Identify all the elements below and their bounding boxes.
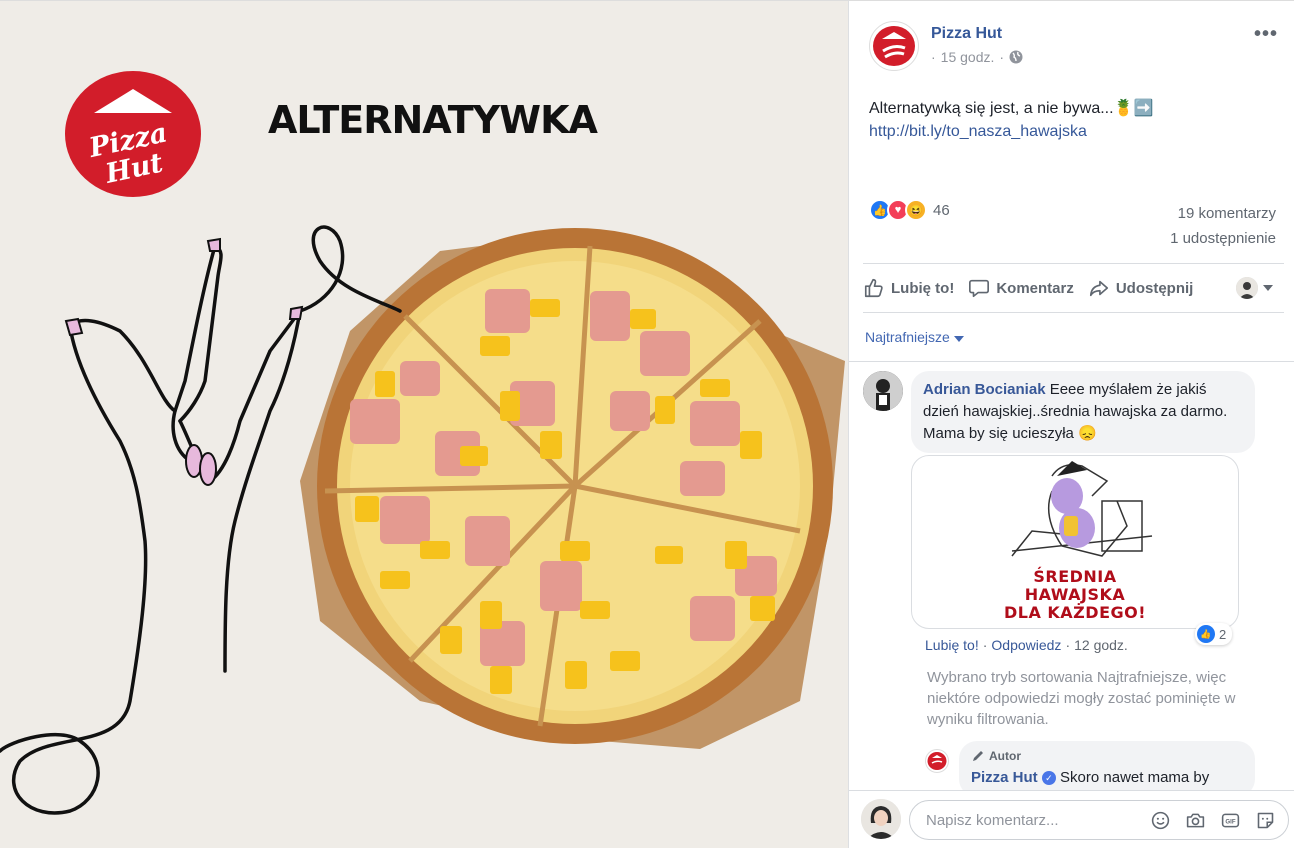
globe-icon: [1009, 50, 1023, 64]
caret-down-icon: [1263, 285, 1273, 291]
profile-selector[interactable]: [1236, 277, 1274, 299]
sort-label: Najtrafniejsze: [865, 329, 950, 345]
facebook-photo-viewer: Pizza Hut ALTERNATYWKA Pizza Hut · 15 go…: [0, 0, 1294, 848]
post-body: Alternatywką się jest, a nie bywa...🍍➡️: [869, 100, 1154, 117]
cartoon-image: [1011, 461, 1153, 557]
like-button-label: Lubię to!: [891, 279, 955, 297]
pizza-hut-logo-icon: [873, 26, 915, 66]
comment-reactions[interactable]: 👍 2: [1195, 623, 1233, 645]
user-avatar: [1236, 277, 1258, 299]
post-photo[interactable]: Pizza Hut ALTERNATYWKA: [0, 0, 848, 848]
like-button[interactable]: Lubię to!: [863, 277, 954, 299]
haha-reaction-icon: 😆: [905, 199, 927, 221]
meta-separator-2: ·: [999, 49, 1005, 65]
caret-down-icon: [953, 336, 964, 342]
reply-avatar[interactable]: [925, 749, 949, 773]
dot-separator: ·: [982, 637, 988, 653]
sort-dropdown[interactable]: Najtrafniejsze: [865, 329, 964, 345]
comment-author-link[interactable]: Adrian Bocianiak: [923, 381, 1046, 398]
comment-actions: Lubię to! · Odpowiedz · 12 godz.: [925, 637, 1128, 653]
comment-composer: GIF: [849, 790, 1294, 848]
page-name-link[interactable]: Pizza Hut: [931, 25, 1023, 43]
post-stats: 19 komentarzy 1 udostępnienie: [1170, 201, 1276, 251]
shares-count-link[interactable]: 1 udostępnienie: [1170, 226, 1276, 251]
pizza-hut-logo: Pizza Hut: [65, 71, 201, 197]
share-button-label: Udostępnij: [1115, 279, 1194, 297]
pizza-illustration: [0, 225, 845, 815]
emoji-icon[interactable]: [1150, 810, 1171, 831]
sticker-icon[interactable]: [1255, 810, 1276, 831]
page-avatar[interactable]: [869, 21, 919, 71]
comment: Adrian Bocianiak Eeee myślałem że jakiś …: [863, 371, 1255, 453]
share-icon: [1089, 280, 1108, 297]
reactions-summary[interactable]: 👍 ♥ 😆 46: [869, 199, 950, 221]
reply-author-link[interactable]: Pizza Hut: [971, 769, 1038, 786]
like-reaction-icon: 👍: [1197, 625, 1215, 643]
composer-tools: GIF: [1150, 810, 1276, 831]
reply-comment: Autor Pizza Hut ✓ Skoro nawet mama by: [925, 741, 1255, 797]
commenter-avatar[interactable]: [863, 371, 903, 411]
cartoon-caption: ŚREDNIA HAWAJSKA DLA KAŻDEGO!: [912, 568, 1238, 622]
sorting-notice: Wybrano tryb sortowania Najtrafniejsze, …: [927, 669, 1236, 728]
pencil-icon: [973, 751, 983, 761]
comment-icon: [969, 279, 990, 298]
caption-line-1: ŚREDNIA: [1033, 567, 1117, 586]
comment-button[interactable]: Komentarz: [968, 277, 1074, 299]
svg-text:GIF: GIF: [1225, 819, 1235, 826]
divider: [849, 361, 1294, 362]
camera-icon[interactable]: [1185, 810, 1206, 831]
comment-button-label: Komentarz: [996, 279, 1074, 297]
post-header: Pizza Hut · 15 godz. ·: [869, 21, 1023, 71]
photo-headline: ALTERNATYWKA: [268, 98, 598, 142]
post-timestamp[interactable]: 15 godz.: [941, 49, 995, 65]
caption-line-2: HAWAJSKA: [1024, 585, 1126, 604]
more-options-icon[interactable]: •••: [1254, 23, 1278, 46]
author-badge: Autor: [971, 745, 1243, 767]
meta-separator: ·: [931, 49, 936, 65]
caption-line-3: DLA KAŻDEGO!: [1003, 603, 1147, 622]
reply-text: Skoro nawet mama by: [1055, 769, 1210, 786]
comment-timestamp[interactable]: 12 godz.: [1074, 637, 1128, 653]
thumbs-up-icon: [864, 278, 883, 298]
reply-bubble: Autor Pizza Hut ✓ Skoro nawet mama by: [959, 741, 1255, 797]
verified-badge-icon: ✓: [1041, 771, 1056, 785]
reaction-count: 46: [933, 201, 950, 219]
current-user-avatar[interactable]: [861, 799, 901, 839]
comment-attachment-image[interactable]: ŚREDNIA HAWAJSKA DLA KAŻDEGO!: [911, 455, 1239, 629]
post-text: Alternatywką się jest, a nie bywa...🍍➡️ …: [869, 97, 1279, 143]
pizza-hut-logo-icon: [927, 752, 947, 770]
share-button[interactable]: Udostępnij: [1088, 277, 1194, 299]
comment-reaction-count: 2: [1219, 626, 1227, 642]
dot-separator: ·: [1065, 637, 1071, 653]
comment-reply-link[interactable]: Odpowiedz: [991, 637, 1061, 653]
action-bar: Lubię to! Komentarz Udostępnij: [863, 263, 1284, 313]
gif-icon[interactable]: GIF: [1220, 810, 1241, 831]
post-link[interactable]: http://bit.ly/to_nasza_hawajska: [869, 123, 1087, 140]
author-badge-label: Autor: [989, 749, 1021, 763]
comment-like-link[interactable]: Lubię to!: [925, 637, 979, 653]
comments-count-link[interactable]: 19 komentarzy: [1170, 201, 1276, 226]
post-panel: Pizza Hut · 15 godz. · ••• Alternatywką …: [848, 0, 1294, 848]
comment-bubble: Adrian Bocianiak Eeee myślałem że jakiś …: [911, 371, 1255, 453]
